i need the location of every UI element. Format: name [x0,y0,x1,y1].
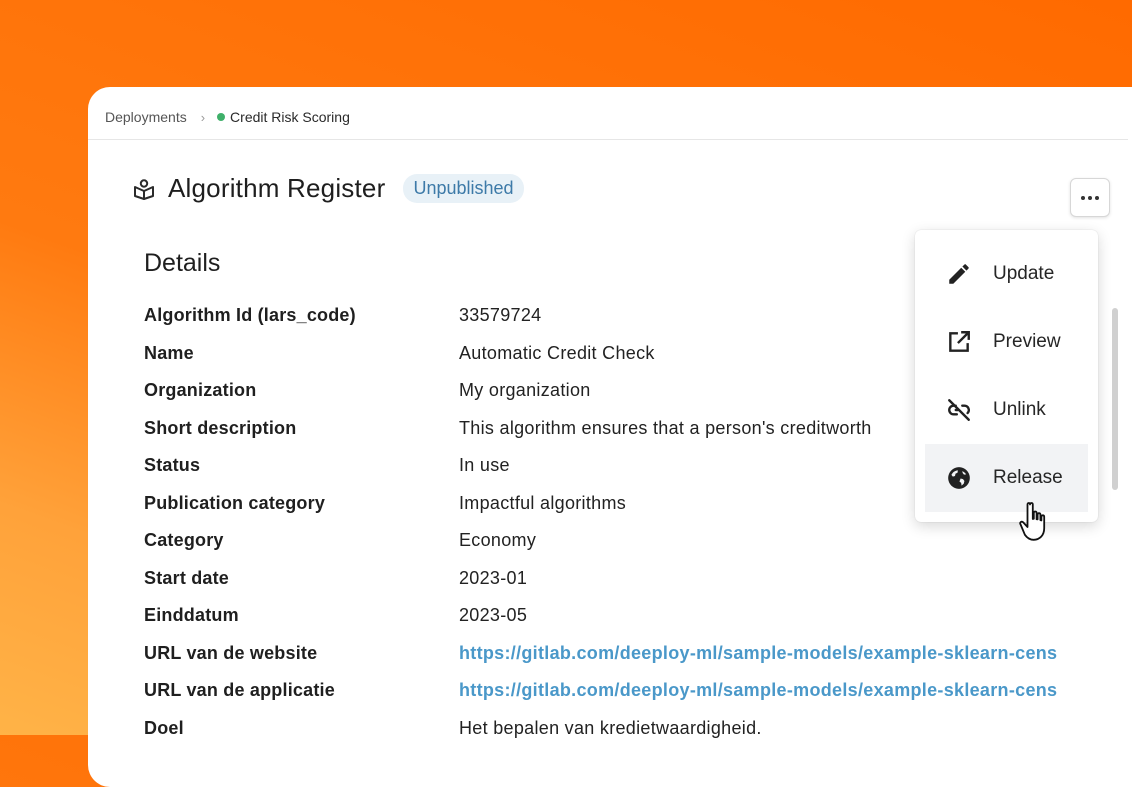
menu-item-label: Unlink [993,399,1046,420]
actions-menu: Update Preview Unlink Release [915,230,1098,522]
breadcrumb: Deployments › Credit Risk Scoring [105,108,350,126]
status-dot [217,113,226,121]
detail-value: Het bepalen van kredietwaardigheid. [459,717,762,738]
detail-value: 2023-01 [459,567,528,588]
website-url-link[interactable]: https://gitlab.com/deeploy-ml/sample-mod… [459,641,1057,665]
detail-label: Doel [144,717,184,738]
detail-label: Status [144,455,201,475]
menu-item-release[interactable]: Release [925,444,1088,512]
detail-value: 2023-05 [459,605,528,625]
register-icon [132,177,156,201]
detail-value: 33579724 [459,305,542,325]
menu-item-label: Update [993,263,1055,284]
menu-item-label: Release [993,467,1063,488]
breadcrumb-current: Credit Risk Scoring [230,109,350,125]
detail-label: URL van de website [144,642,318,663]
unlink-icon [946,397,972,423]
chevron-right-icon: › [200,109,206,125]
detail-label: Einddatum [144,605,239,625]
detail-value: Impactful algorithms [459,492,627,513]
breadcrumb-deployments-link[interactable]: Deployments [105,109,187,125]
globe-icon [946,465,972,491]
menu-item-update[interactable]: Update [925,240,1088,308]
hand-cursor-icon [1018,500,1062,548]
more-dots-icon [1081,195,1085,200]
detail-label: Organization [144,380,257,400]
external-link-icon [946,329,972,355]
detail-value: This algorithm ensures that a person's c… [459,417,872,438]
application-url-link[interactable]: https://gitlab.com/deeploy-ml/sample-mod… [459,678,1057,702]
detail-value: In use [459,455,510,475]
detail-label: Short description [144,417,297,438]
detail-value: My organization [459,380,591,400]
menu-item-label: Preview [993,331,1061,352]
detail-label: URL van de applicatie [144,680,335,700]
detail-value: Economy [459,530,537,550]
pencil-icon [946,261,972,287]
detail-label: Category [144,530,224,550]
detail-label: Algorithm Id (lars_code) [144,305,356,325]
details-heading: Details [144,249,221,277]
detail-label: Name [144,342,194,363]
page-title: Algorithm Register [168,173,386,203]
scrollbar[interactable] [1112,308,1118,490]
detail-label: Start date [144,567,230,588]
header-divider [88,139,1128,140]
detail-label: Publication category [144,492,326,513]
menu-item-preview[interactable]: Preview [925,308,1088,376]
status-badge: Unpublished [403,174,524,203]
more-actions-button[interactable] [1070,178,1110,217]
page-header: Algorithm Register Unpublished [132,173,524,204]
menu-item-unlink[interactable]: Unlink [925,376,1088,444]
detail-value: Automatic Credit Check [459,342,655,363]
